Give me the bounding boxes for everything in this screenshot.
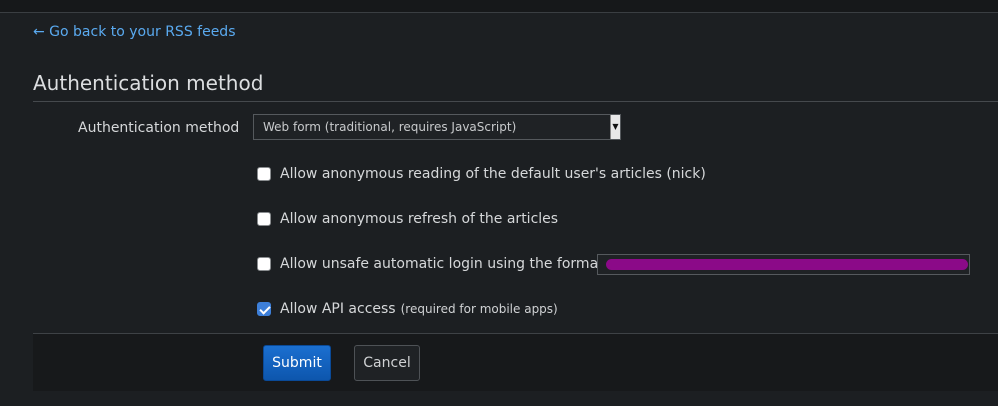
back-to-feeds-link[interactable]: ← Go back to your RSS feeds [33, 24, 236, 40]
unsafe-login-checkbox[interactable] [257, 257, 271, 271]
anonymous-refresh-option[interactable]: Allow anonymous refresh of the articles [257, 209, 558, 229]
anonymous-reading-checkbox[interactable] [257, 167, 271, 181]
unsafe-login-label: Allow unsafe automatic login using the f… [280, 256, 609, 272]
redaction-mark [606, 259, 968, 270]
form-actions-bar [33, 333, 998, 391]
api-access-checkbox[interactable] [257, 302, 271, 316]
auth-method-label: Authentication method [78, 120, 240, 136]
section-divider [33, 101, 998, 102]
dropdown-arrow-icon[interactable]: ▼ [610, 115, 620, 139]
api-access-label: Allow API access [280, 301, 396, 317]
anonymous-refresh-label: Allow anonymous refresh of the articles [280, 211, 559, 227]
unsafe-login-option[interactable]: Allow unsafe automatic login using the f… [257, 254, 608, 274]
anonymous-reading-label: Allow anonymous reading of the default u… [280, 166, 706, 182]
auth-method-select[interactable]: Web form (traditional, requires JavaScri… [253, 114, 621, 140]
anonymous-refresh-checkbox[interactable] [257, 212, 271, 226]
unsafe-login-format-field[interactable] [597, 254, 970, 275]
section-title: Authentication method [33, 71, 264, 95]
submit-button[interactable]: Submit [263, 345, 331, 381]
cancel-button[interactable]: Cancel [354, 345, 420, 381]
api-access-note: (required for mobile apps) [400, 302, 558, 316]
api-access-option[interactable]: Allow API access (required for mobile ap… [257, 299, 558, 319]
top-bar [0, 0, 998, 13]
anonymous-reading-option[interactable]: Allow anonymous reading of the default u… [257, 164, 706, 184]
auth-method-selected-value: Web form (traditional, requires JavaScri… [263, 120, 517, 134]
